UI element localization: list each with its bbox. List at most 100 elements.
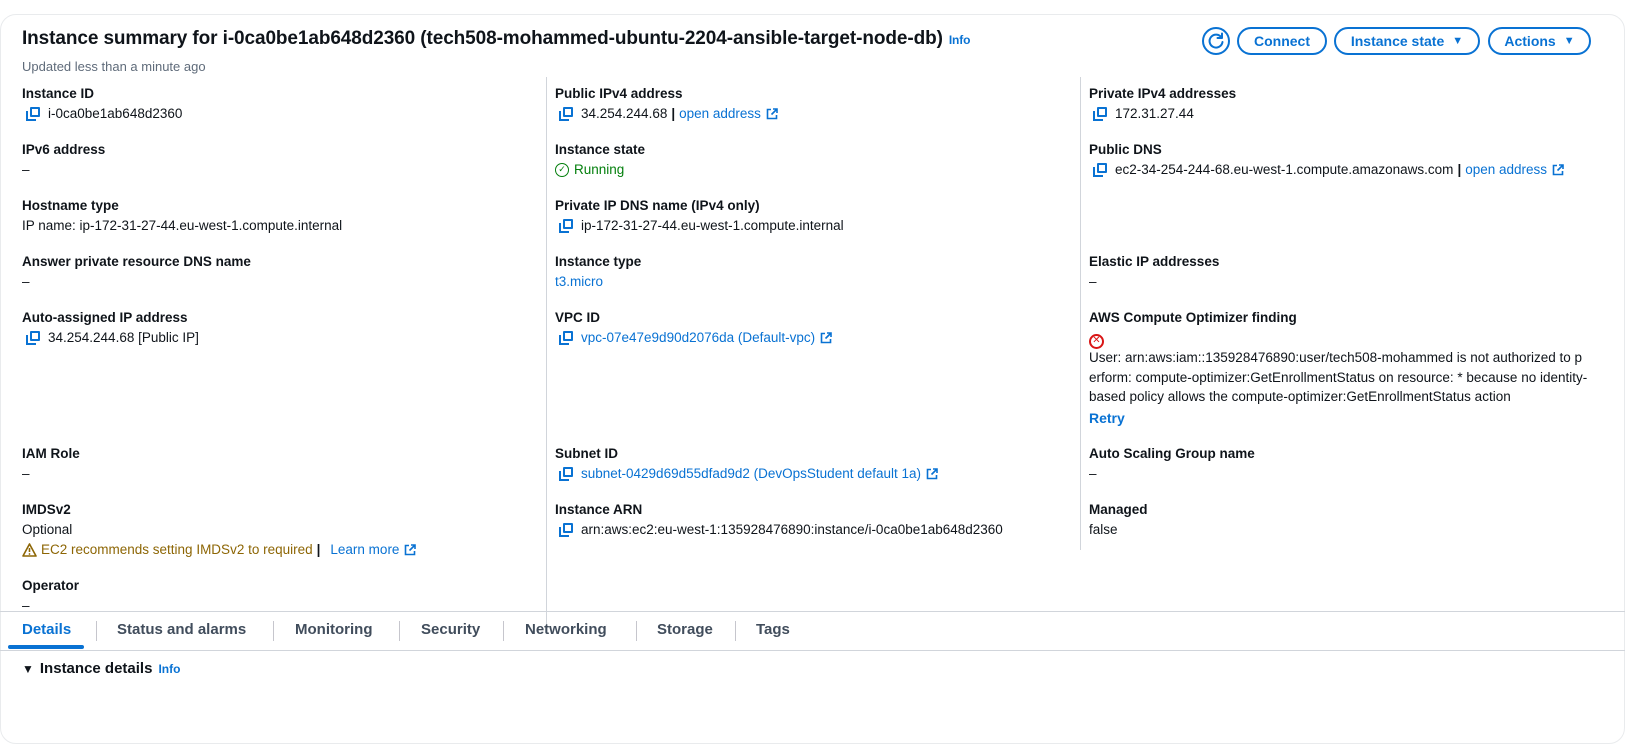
external-link-icon (1552, 163, 1564, 175)
separator: | (316, 542, 321, 557)
copy-icon[interactable] (559, 330, 573, 345)
instance-details-toggle[interactable]: ▼ Instance details Info (22, 660, 180, 677)
managed-value: false (1089, 522, 1118, 537)
tab-tags[interactable]: Tags (756, 621, 790, 638)
tab-separator (399, 621, 400, 641)
tab-monitoring[interactable]: Monitoring (295, 621, 372, 638)
auto-assigned-ip-label: Auto-assigned IP address (22, 310, 188, 325)
vpc-id-value: vpc-07e47e9d90d2076da (Default-vpc) (559, 330, 832, 345)
vpc-id-link[interactable]: vpc-07e47e9d90d2076da (Default-vpc) (581, 330, 815, 345)
compute-optimizer-label: AWS Compute Optimizer finding (1089, 310, 1297, 325)
info-link[interactable]: Info (158, 662, 180, 676)
asg-name-value: – (1089, 466, 1097, 481)
page-title: Instance summary for i-0ca0be1ab648d2360… (22, 28, 971, 49)
ipv6-value: – (22, 162, 30, 177)
external-link-icon (405, 543, 417, 555)
public-dns-value: ec2-34-254-244-68.eu-west-1.compute.amaz… (1093, 162, 1564, 177)
external-link-icon (766, 107, 778, 119)
answer-private-dns-label: Answer private resource DNS name (22, 254, 251, 269)
refresh-button[interactable] (1202, 27, 1230, 55)
refresh-icon (1208, 32, 1224, 49)
instance-state-label: Instance state (555, 142, 646, 157)
actions-dropdown[interactable]: Actions ▼ (1488, 27, 1591, 55)
separator: | (1457, 162, 1462, 177)
warning-icon (22, 542, 37, 557)
tab-details[interactable]: Details (22, 621, 71, 638)
public-dns-label: Public DNS (1089, 142, 1162, 157)
connect-button[interactable]: Connect (1237, 27, 1327, 55)
iam-role-label: IAM Role (22, 446, 80, 461)
public-ipv4-label: Public IPv4 address (555, 86, 683, 101)
subnet-id-value: subnet-0429d69d55dfad9d2 (DevOpsStudent … (559, 466, 938, 481)
ipv6-label: IPv6 address (22, 142, 106, 157)
tab-separator (735, 621, 736, 641)
elastic-ip-value: – (1089, 274, 1097, 289)
retry-link[interactable]: Retry (1089, 410, 1125, 426)
auto-assigned-ip-value: 34.254.244.68 [Public IP] (26, 330, 199, 345)
caret-down-icon: ▼ (22, 662, 34, 676)
imdsv2-label: IMDSv2 (22, 502, 71, 517)
tab-separator (273, 621, 274, 641)
caret-down-icon: ▼ (1563, 35, 1575, 47)
tab-separator (503, 621, 504, 641)
copy-icon[interactable] (559, 218, 573, 233)
instance-state-dropdown[interactable]: Instance state ▼ (1334, 27, 1480, 55)
instance-state-value: ✓ Running (555, 162, 624, 177)
instance-id-label: Instance ID (22, 86, 95, 101)
copy-icon[interactable] (26, 330, 40, 345)
instance-id-value: i-0ca0be1ab648d2360 (26, 106, 182, 121)
asg-name-label: Auto Scaling Group name (1089, 446, 1255, 461)
imdsv2-value: Optional (22, 522, 73, 537)
vpc-id-label: VPC ID (555, 310, 601, 325)
private-ip-dns-value: ip-172-31-27-44.eu-west-1.compute.intern… (559, 218, 844, 233)
open-address-link[interactable]: open address (679, 106, 761, 121)
copy-icon[interactable] (559, 466, 573, 481)
info-link[interactable]: Info (949, 33, 971, 47)
external-link-icon (926, 467, 938, 479)
tab-separator (96, 621, 97, 641)
imdsv2-warning: EC2 recommends setting IMDSv2 to require… (22, 542, 417, 557)
subnet-id-link[interactable]: subnet-0429d69d55dfad9d2 (DevOpsStudent … (581, 466, 921, 481)
elastic-ip-label: Elastic IP addresses (1089, 254, 1220, 269)
instance-type-link[interactable]: t3.micro (555, 274, 603, 289)
caret-down-icon: ▼ (1452, 35, 1464, 47)
active-tab-indicator (8, 645, 84, 649)
tab-storage[interactable]: Storage (657, 621, 713, 638)
subnet-id-label: Subnet ID (555, 446, 618, 461)
copy-icon[interactable] (1093, 106, 1107, 121)
external-link-icon (820, 331, 832, 343)
tab-security[interactable]: Security (421, 621, 480, 638)
instance-arn-label: Instance ARN (555, 502, 643, 517)
tabs-top-border (0, 611, 1625, 612)
instance-arn-value: arn:aws:ec2:eu-west-1:135928476890:insta… (559, 522, 1003, 537)
copy-icon[interactable] (559, 522, 573, 537)
open-address-link[interactable]: open address (1465, 162, 1547, 177)
column-divider (546, 77, 547, 626)
error-status: ✕ (1089, 330, 1104, 349)
separator: | (671, 106, 676, 121)
copy-icon[interactable] (26, 106, 40, 121)
managed-label: Managed (1089, 502, 1148, 517)
check-circle-icon: ✓ (555, 162, 569, 177)
operator-label: Operator (22, 578, 80, 593)
private-ipv4-value: 172.31.27.44 (1093, 106, 1194, 121)
error-icon: ✕ (1089, 333, 1104, 349)
hostname-type-value: IP name: ip-172-31-27-44.eu-west-1.compu… (22, 218, 343, 233)
column-divider (1080, 77, 1081, 550)
private-ip-dns-label: Private IP DNS name (IPv4 only) (555, 198, 760, 213)
answer-private-dns-value: – (22, 274, 30, 289)
tabs-bottom-border (0, 650, 1625, 651)
copy-icon[interactable] (1093, 162, 1107, 177)
public-ipv4-value: 34.254.244.68 | open address (559, 106, 778, 121)
updated-text: Updated less than a minute ago (22, 59, 206, 74)
compute-optimizer-message: User: arn:aws:iam::135928476890:user/tec… (1089, 350, 1588, 404)
tab-separator (636, 621, 637, 641)
instance-type-label: Instance type (555, 254, 642, 269)
iam-role-value: – (22, 466, 30, 481)
private-ipv4-label: Private IPv4 addresses (1089, 86, 1237, 101)
tab-networking[interactable]: Networking (525, 621, 607, 638)
learn-more-link[interactable]: Learn more (330, 542, 399, 557)
tab-status-and-alarms[interactable]: Status and alarms (117, 621, 246, 638)
copy-icon[interactable] (559, 106, 573, 121)
hostname-type-label: Hostname type (22, 198, 119, 213)
